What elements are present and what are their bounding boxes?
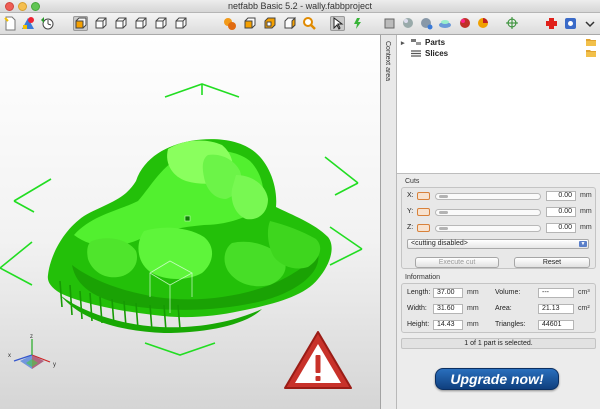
upgrade-now-button[interactable]: Upgrade now! <box>435 368 559 390</box>
volume-unit: cm³ <box>578 289 590 296</box>
toolbar <box>0 13 600 35</box>
area-label: Area: <box>495 305 512 312</box>
sphere-red-icon[interactable] <box>458 16 473 31</box>
cut-x-value[interactable]: 0.00 <box>546 191 576 201</box>
settings-icon[interactable] <box>563 16 578 31</box>
triangles-label: Triangles: <box>495 321 526 328</box>
cuts-title: Cuts <box>405 178 420 185</box>
triangles-value: 44601 <box>538 320 574 330</box>
width-value: 31.60 <box>433 304 463 314</box>
execute-cut-button[interactable]: Execute cut <box>415 257 499 268</box>
volume-label: Volume: <box>495 289 521 296</box>
folder-icon[interactable] <box>586 49 596 57</box>
view-cube-orange-icon[interactable] <box>242 16 257 31</box>
right-panel: ▸ Parts Slices Cuts X: 0.00 mm Y: 0.00 m… <box>397 35 600 409</box>
shading-icon[interactable] <box>382 16 397 31</box>
repair-cross-icon[interactable] <box>544 16 559 31</box>
cut-y-toggle[interactable] <box>417 208 430 216</box>
cut-z-label: Z: <box>407 224 414 231</box>
length-unit: mm <box>467 289 479 296</box>
view-back-icon[interactable] <box>93 16 108 31</box>
svg-text:x: x <box>8 353 11 359</box>
height-value: 14.43 <box>433 320 463 330</box>
open-project-icon[interactable] <box>40 16 55 31</box>
selection-status: 1 of 1 part is selected. <box>401 338 596 349</box>
expand-arrow-icon[interactable]: ▸ <box>401 39 407 47</box>
pie-icon[interactable] <box>476 16 491 31</box>
3d-viewport[interactable]: x y z <box>0 35 380 409</box>
tree-item-slices[interactable]: Slices <box>401 48 448 59</box>
tree-item-label: Slices <box>425 49 449 58</box>
parts-icon <box>411 39 421 45</box>
context-area-strip[interactable]: Context area <box>380 35 397 409</box>
view-bottom-icon[interactable] <box>173 16 188 31</box>
cut-x-label: X: <box>407 192 414 199</box>
cutting-mode-value: <cutting disabled> <box>411 240 468 247</box>
help-icon[interactable] <box>583 16 598 31</box>
width-label: Width: <box>407 305 427 312</box>
context-area-label: Context area <box>384 41 391 82</box>
cut-z-toggle[interactable] <box>417 224 430 232</box>
view-front-icon[interactable] <box>73 16 88 31</box>
rotate-icon[interactable] <box>350 16 365 31</box>
sphere-hover-icon[interactable] <box>419 16 434 31</box>
cut-x-toggle[interactable] <box>417 192 430 200</box>
layers-icon[interactable] <box>438 16 453 31</box>
width-unit: mm <box>467 305 479 312</box>
view-right-icon[interactable] <box>133 16 148 31</box>
svg-text:z: z <box>30 334 33 340</box>
reset-button[interactable]: Reset <box>514 257 590 268</box>
length-label: Length: <box>407 289 431 296</box>
crosshair-icon[interactable] <box>505 16 520 31</box>
title-bar: netfabb Basic 5.2 - wally.fabbproject <box>0 0 600 13</box>
cut-y-value[interactable]: 0.00 <box>546 207 576 217</box>
cut-y-unit: mm <box>580 208 592 215</box>
tree-item-parts[interactable]: ▸ Parts <box>401 37 445 48</box>
view-iso-icon[interactable] <box>222 16 237 31</box>
zoom-icon[interactable] <box>302 16 317 31</box>
information-title: Information <box>405 274 441 281</box>
view-cube-orange2-icon[interactable] <box>262 16 277 31</box>
add-part-icon[interactable] <box>21 16 36 31</box>
area-unit: cm² <box>578 305 590 312</box>
height-unit: mm <box>467 321 479 328</box>
project-tree: ▸ Parts Slices <box>397 35 600 174</box>
length-value: 37.00 <box>433 288 463 298</box>
area-value: 21.13 <box>538 304 574 314</box>
cut-x-slider[interactable] <box>435 193 541 200</box>
sphere-icon[interactable] <box>401 16 416 31</box>
slices-icon <box>411 50 421 57</box>
view-top-icon[interactable] <box>153 16 168 31</box>
warning-icon[interactable] <box>284 331 352 389</box>
3d-model[interactable] <box>47 139 332 333</box>
pointer-icon[interactable] <box>330 16 345 31</box>
cutting-mode-select[interactable]: <cutting disabled> ▼ <box>407 239 589 249</box>
new-file-icon[interactable] <box>3 16 18 31</box>
cut-x-unit: mm <box>580 192 592 199</box>
view-left-icon[interactable] <box>113 16 128 31</box>
cut-z-value[interactable]: 0.00 <box>546 223 576 233</box>
cut-y-slider[interactable] <box>435 209 541 216</box>
volume-value: --- <box>538 288 574 298</box>
folder-icon[interactable] <box>586 38 596 46</box>
cut-y-label: Y: <box>407 208 414 215</box>
tree-item-label: Parts <box>425 38 446 47</box>
cut-z-slider[interactable] <box>435 225 541 232</box>
axis-gizmo: x y z <box>8 334 56 369</box>
window-title: netfabb Basic 5.2 - wally.fabbproject <box>228 1 372 11</box>
chevron-down-icon: ▼ <box>579 241 587 247</box>
svg-text:y: y <box>53 362 56 368</box>
height-label: Height: <box>407 321 430 328</box>
cut-z-unit: mm <box>580 224 592 231</box>
view-cube-orange3-icon[interactable] <box>282 16 297 31</box>
